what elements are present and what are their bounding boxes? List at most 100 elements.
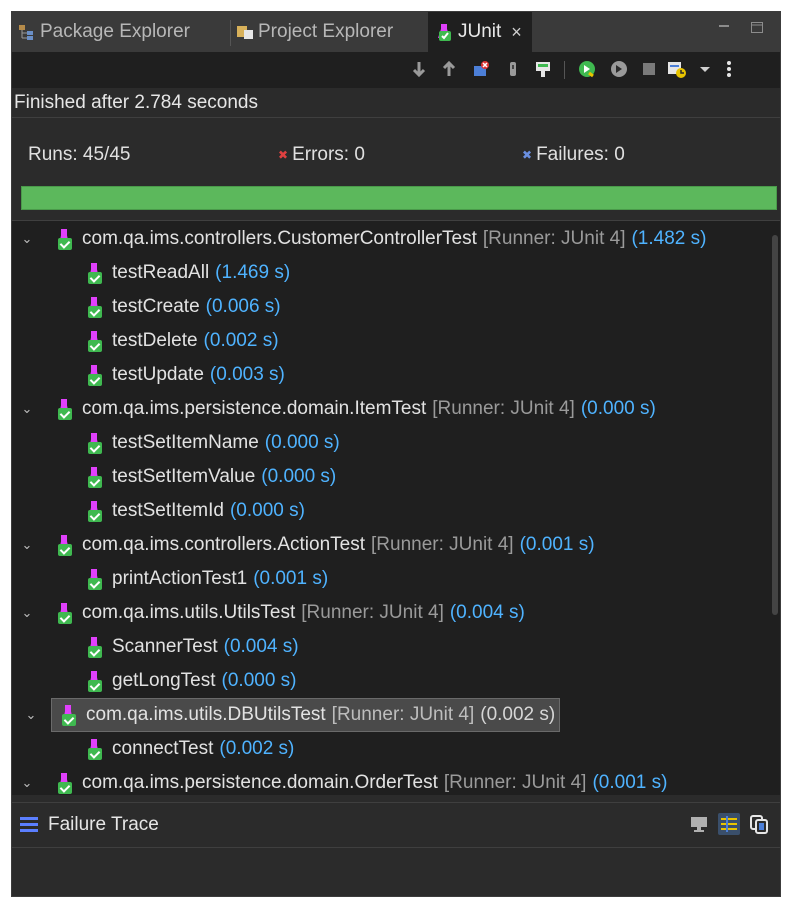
more-icon[interactable] bbox=[718, 58, 740, 80]
tree-scrollbar[interactable] bbox=[770, 221, 780, 795]
maximize-icon[interactable] bbox=[750, 20, 764, 37]
filter-stack-trace-icon[interactable] bbox=[718, 813, 740, 835]
runner-label: [Runner: JUnit 4] bbox=[482, 228, 626, 249]
elapsed-time: (0.001 s) bbox=[592, 772, 668, 793]
tab-junit[interactable]: JUnit × bbox=[428, 12, 532, 52]
test-suite-row[interactable]: ⌄ com.qa.ims.persistence.domain.ItemTest[… bbox=[12, 393, 656, 425]
test-suite-pass-icon bbox=[56, 534, 74, 556]
test-suite-row[interactable]: ⌄ com.qa.ims.controllers.CustomerControll… bbox=[12, 223, 706, 255]
elapsed-time: (0.000 s) bbox=[580, 398, 656, 419]
test-name: com.qa.ims.utils.DBUtilsTest bbox=[86, 704, 326, 725]
expand-chevron-icon[interactable]: ⌄ bbox=[16, 775, 38, 791]
compare-results-icon[interactable] bbox=[688, 813, 710, 835]
stack-trace-icon bbox=[20, 817, 38, 832]
failure-trace-header: Failure Trace bbox=[12, 802, 780, 848]
elapsed-time: (0.004 s) bbox=[223, 636, 299, 657]
show-failures-only-icon[interactable] bbox=[470, 58, 492, 80]
runner-label: [Runner: JUnit 4] bbox=[301, 602, 444, 623]
elapsed-time: (0.006 s) bbox=[205, 296, 281, 317]
layout-icon[interactable] bbox=[532, 58, 554, 80]
tab-label: Package Explorer bbox=[40, 21, 190, 42]
view-menu-icon[interactable] bbox=[694, 58, 716, 80]
expand-chevron-icon[interactable]: ⌄ bbox=[16, 537, 38, 553]
project-explorer-icon bbox=[236, 23, 254, 41]
tab-project-explorer[interactable]: Project Explorer bbox=[236, 12, 393, 52]
test-case-row[interactable]: testSetItemValue (0.000 s) bbox=[86, 461, 336, 493]
test-suite-pass-icon bbox=[60, 704, 78, 726]
package-explorer-icon bbox=[18, 23, 36, 41]
failure-icon: ✖ bbox=[522, 147, 533, 162]
expand-chevron-icon[interactable]: ⌄ bbox=[16, 231, 38, 247]
test-name: testSetItemValue bbox=[112, 466, 256, 487]
elapsed-time: (1.469 s) bbox=[215, 262, 291, 283]
junit-toolbar bbox=[12, 52, 780, 88]
test-name: com.qa.ims.persistence.domain.ItemTest bbox=[82, 398, 427, 419]
tab-label: JUnit bbox=[458, 21, 502, 42]
junit-icon bbox=[436, 23, 454, 41]
errors-label: Errors: 0 bbox=[292, 144, 365, 165]
elapsed-time: (0.001 s) bbox=[519, 534, 595, 555]
elapsed-time: (0.000 s) bbox=[264, 432, 340, 453]
tab-package-explorer[interactable]: Package Explorer bbox=[18, 12, 190, 52]
test-case-row[interactable]: connectTest (0.002 s) bbox=[86, 733, 294, 765]
test-pass-icon bbox=[86, 500, 104, 522]
test-name: ScannerTest bbox=[112, 636, 218, 657]
failure-trace-body bbox=[12, 848, 780, 896]
test-name: testSetItemId bbox=[112, 500, 224, 521]
tab-label: Project Explorer bbox=[258, 21, 394, 42]
expand-chevron-icon[interactable]: ⌄ bbox=[16, 401, 38, 417]
test-suite-row[interactable]: ⌄ com.qa.ims.persistence.domain.OrderTest… bbox=[12, 767, 667, 795]
test-case-row[interactable]: testDelete (0.002 s) bbox=[86, 325, 279, 357]
rerun-failed-icon[interactable] bbox=[608, 58, 630, 80]
test-name: connectTest bbox=[112, 738, 214, 759]
toolbar-divider bbox=[564, 61, 565, 79]
counter-panel: Runs: 45/45 ✖ Errors: 0 ✖ Failures: 0 bbox=[12, 118, 780, 218]
test-suite-pass-icon bbox=[56, 228, 74, 250]
test-name: testUpdate bbox=[112, 364, 204, 385]
test-suite-row[interactable]: ⌄ com.qa.ims.controllers.ActionTest [Runne… bbox=[12, 529, 595, 561]
test-name: com.qa.ims.persistence.domain.OrderTest bbox=[82, 772, 438, 793]
test-suite-pass-icon bbox=[56, 398, 74, 420]
close-icon[interactable]: × bbox=[511, 22, 522, 43]
failures-label: Failures: 0 bbox=[536, 144, 625, 165]
test-name: printActionTest1 bbox=[112, 568, 248, 589]
elapsed-time: (0.002 s) bbox=[219, 738, 295, 759]
scroll-lock-icon[interactable] bbox=[502, 58, 524, 80]
test-case-row[interactable]: testReadAll (1.469 s) bbox=[86, 257, 290, 289]
stop-icon[interactable] bbox=[638, 58, 660, 80]
test-case-row[interactable]: testSetItemId (0.000 s) bbox=[86, 495, 305, 527]
test-case-row[interactable]: getLongTest (0.000 s) bbox=[86, 665, 297, 697]
expand-chevron-icon[interactable]: ⌄ bbox=[20, 707, 42, 723]
test-suite-row[interactable]: ⌄ com.qa.ims.utils.DBUtilsTest [Runner: JU… bbox=[26, 698, 561, 732]
test-run-history-icon[interactable] bbox=[666, 58, 688, 80]
test-suite-pass-icon bbox=[56, 602, 74, 624]
progress-bar bbox=[21, 186, 777, 210]
elapsed-time: (0.000 s) bbox=[261, 466, 337, 487]
runner-label: [Runner: JUnit 4] bbox=[331, 704, 475, 725]
expand-chevron-icon[interactable]: ⌄ bbox=[16, 605, 38, 621]
test-case-row[interactable]: printActionTest1 (0.001 s) bbox=[86, 563, 328, 595]
test-suite-row[interactable]: ⌄ com.qa.ims.utils.UtilsTest [Runner: JUni… bbox=[12, 597, 525, 629]
test-name: testSetItemName bbox=[112, 432, 259, 453]
test-name: testReadAll bbox=[112, 262, 210, 283]
rerun-icon[interactable] bbox=[576, 58, 598, 80]
test-name: testDelete bbox=[112, 330, 198, 351]
test-pass-icon bbox=[86, 670, 104, 692]
elapsed-time: (0.002 s) bbox=[480, 704, 556, 725]
previous-failure-icon[interactable] bbox=[438, 58, 460, 80]
runs-counter: Runs: 45/45 bbox=[28, 144, 131, 165]
test-pass-icon bbox=[86, 330, 104, 352]
scrollbar-thumb[interactable] bbox=[772, 235, 778, 615]
elapsed-time: (0.001 s) bbox=[253, 568, 329, 589]
test-pass-icon bbox=[86, 738, 104, 760]
copy-trace-icon[interactable] bbox=[748, 813, 770, 835]
test-name: getLongTest bbox=[112, 670, 216, 691]
test-case-row[interactable]: testSetItemName (0.000 s) bbox=[86, 427, 340, 459]
test-case-row[interactable]: testUpdate (0.003 s) bbox=[86, 359, 285, 391]
minimize-icon[interactable] bbox=[717, 20, 731, 37]
test-name: testCreate bbox=[112, 296, 200, 317]
test-suite-pass-icon bbox=[56, 772, 74, 794]
test-case-row[interactable]: testCreate (0.006 s) bbox=[86, 291, 281, 323]
test-case-row[interactable]: ScannerTest (0.004 s) bbox=[86, 631, 299, 663]
next-failure-icon[interactable] bbox=[408, 58, 430, 80]
